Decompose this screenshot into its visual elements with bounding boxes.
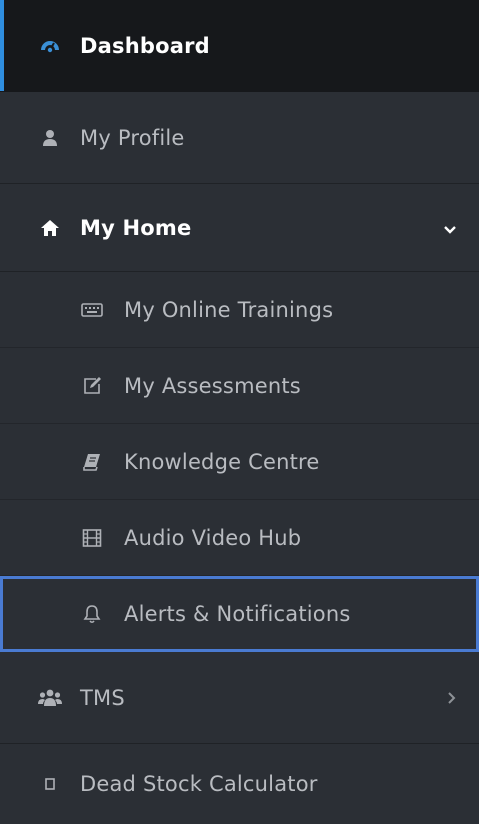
sidebar-item-my-profile[interactable]: My Profile [0,92,479,184]
book-icon [80,450,104,474]
sidebar-item-my-home[interactable]: My Home [0,184,479,272]
sidebar-item-label: Dead Stock Calculator [80,772,318,796]
sidebar-subitem-alerts-notifications[interactable]: Alerts & Notifications [0,576,479,652]
sidebar-item-dead-stock-calculator[interactable]: Dead Stock Calculator [0,744,479,824]
sidebar-item-label: TMS [80,685,125,710]
sidebar-item-label: Knowledge Centre [124,449,320,474]
sidebar-item-label: My Online Trainings [124,297,334,322]
keyboard-icon [80,298,104,322]
sidebar-item-label: My Assessments [124,373,301,398]
sidebar-item-label: Alerts & Notifications [124,602,351,626]
sidebar-item-label: Audio Video Hub [124,525,302,550]
sidebar-item-label: My Home [80,215,192,240]
sidebar-subitem-knowledge-centre[interactable]: Knowledge Centre [0,424,479,500]
bell-icon [80,602,104,626]
chevron-right-icon[interactable] [447,686,457,710]
home-icon [38,216,62,240]
edit-icon [80,374,104,398]
chevron-down-icon[interactable] [443,216,457,240]
active-indicator [0,0,4,91]
film-icon [80,526,104,550]
sidebar-subitem-audio-video-hub[interactable]: Audio Video Hub [0,500,479,576]
sidebar-subitem-my-assessments[interactable]: My Assessments [0,348,479,424]
sidebar-item-label: My Profile [80,125,185,150]
sidebar-item-label: Dashboard [80,33,210,58]
user-icon [38,126,62,150]
sidebar-item-tms[interactable]: TMS [0,652,479,744]
sidebar-nav: Dashboard My Profile My Home My Online T… [0,0,479,808]
square-icon [38,772,62,796]
dashboard-gauge-icon [38,34,62,58]
sidebar-subitem-my-online-trainings[interactable]: My Online Trainings [0,272,479,348]
sidebar-item-dashboard[interactable]: Dashboard [0,0,479,92]
users-icon [38,686,62,710]
